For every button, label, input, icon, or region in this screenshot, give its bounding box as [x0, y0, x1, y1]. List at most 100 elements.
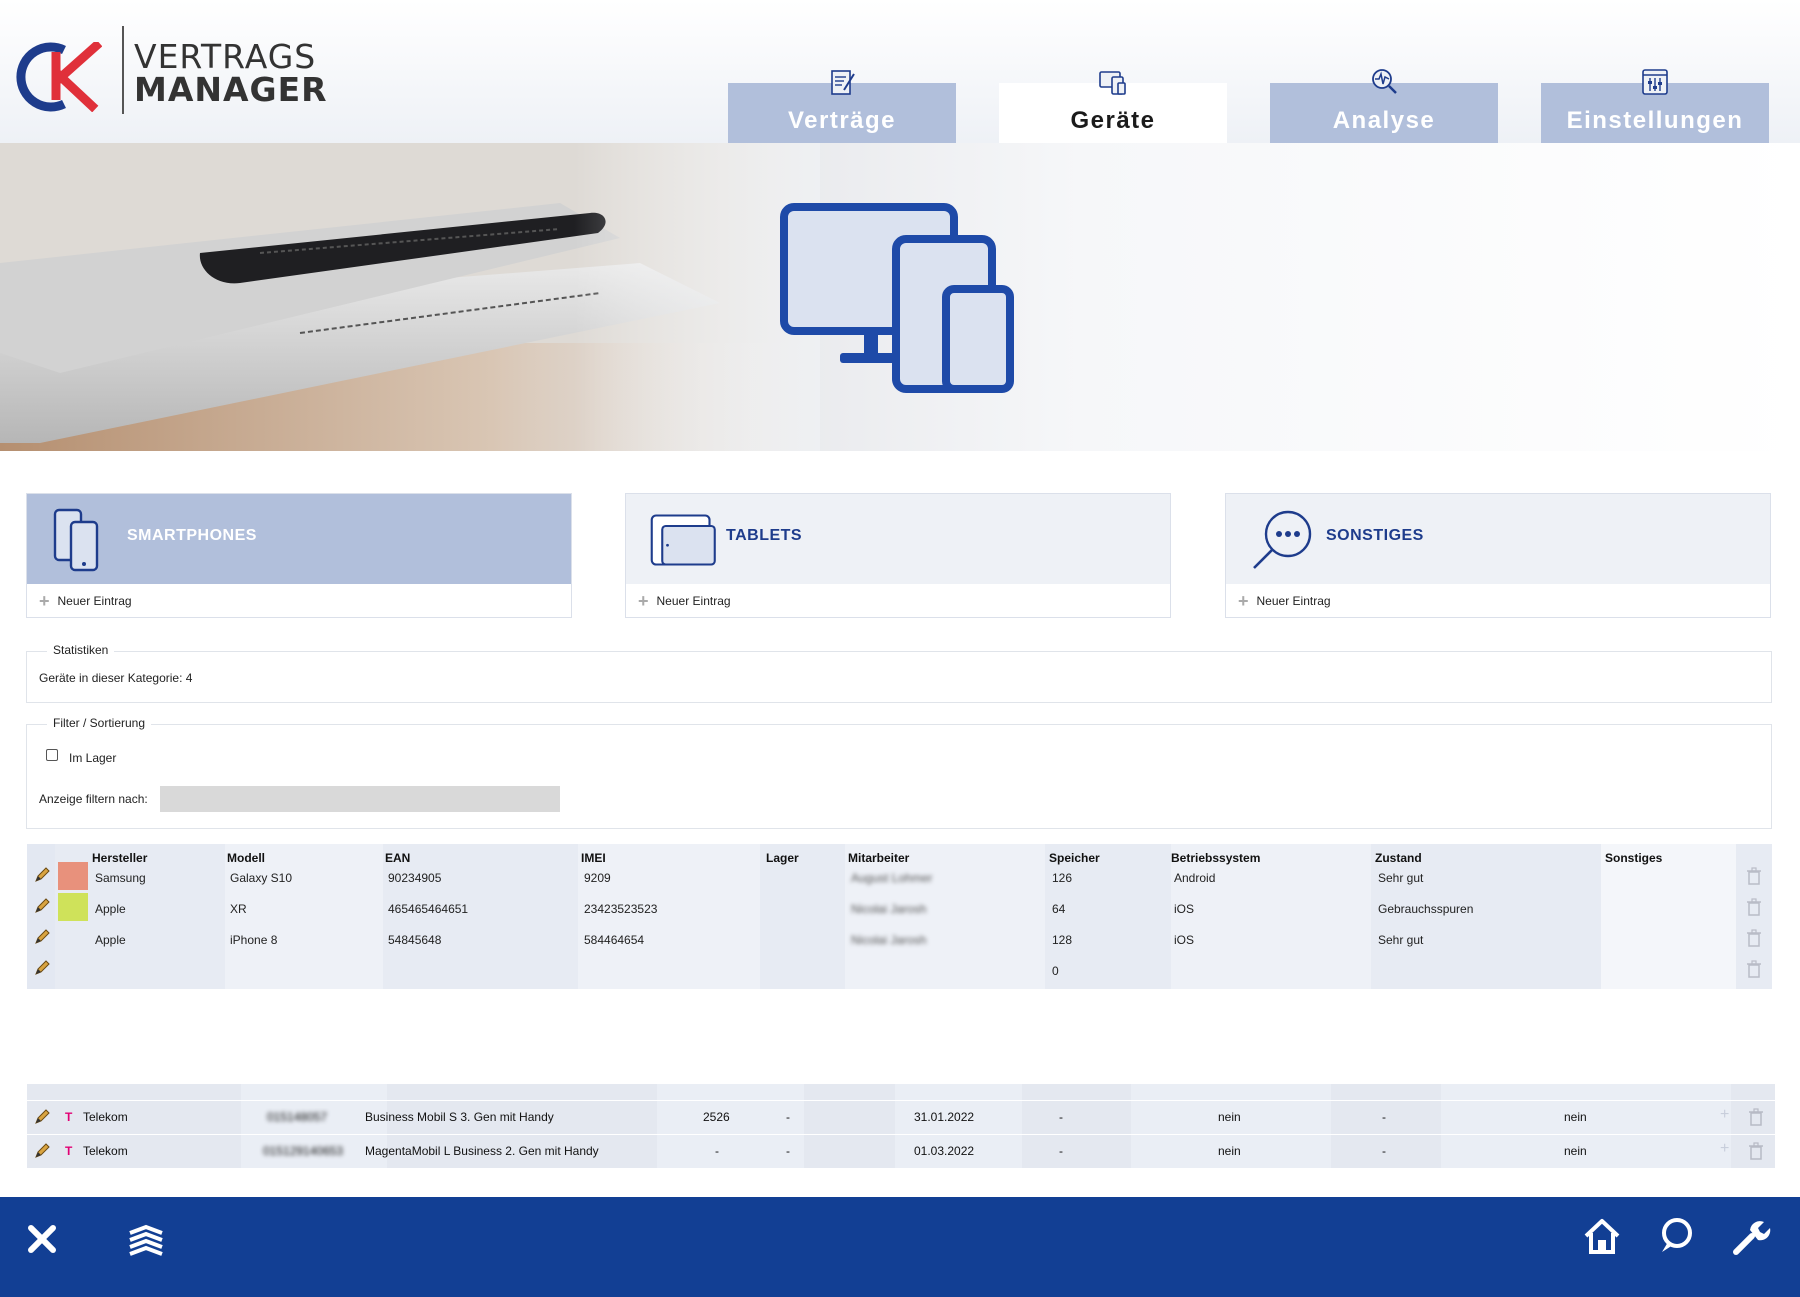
statistics-legend: Statistiken [47, 643, 115, 657]
devices-icon [1099, 71, 1126, 95]
header-imei[interactable]: IMEI [581, 851, 606, 865]
plus-icon[interactable]: + [1720, 1106, 1729, 1124]
column-band [578, 844, 760, 989]
header-sonstiges[interactable]: Sonstiges [1605, 851, 1662, 865]
new-entry-tablets[interactable]: + Neuer Eintrag [638, 591, 731, 611]
new-entry-label: Neuer Eintrag [1256, 594, 1331, 608]
logo-divider [122, 26, 124, 114]
tab-analyse[interactable]: Analyse [1270, 69, 1498, 143]
cell-number: 015129140653 [263, 1144, 344, 1158]
edit-pencil-icon[interactable] [33, 928, 51, 946]
cell-ean: 465465464651 [388, 902, 469, 916]
tablet-icon [650, 514, 716, 566]
cell-tariff: Business Mobil S 3. Gen mit Handy [365, 1110, 554, 1124]
header-speicher[interactable]: Speicher [1049, 851, 1100, 865]
cell-os: Android [1174, 871, 1216, 885]
cell-imei: 9209 [584, 871, 611, 885]
table-row[interactable]: T Telekom 015129140653 MagentaMobil L Bu… [27, 1134, 1775, 1166]
header-zustand[interactable]: Zustand [1375, 851, 1422, 865]
cell-ean: 54845648 [388, 933, 442, 947]
plus-icon: + [638, 591, 649, 611]
tab-vertraege[interactable]: Verträge [728, 70, 956, 143]
delete-trash-icon[interactable] [1748, 1142, 1764, 1160]
cell-zustand: Sehr gut [1378, 933, 1424, 947]
column-band [225, 844, 383, 989]
telekom-logo-icon: T [65, 1144, 73, 1158]
delete-trash-icon[interactable] [1746, 898, 1762, 916]
new-entry-sonstiges[interactable]: + Neuer Eintrag [1238, 591, 1331, 611]
category-title-smartphones: SMARTPHONES [127, 527, 257, 544]
cell-provider: Telekom [83, 1110, 128, 1124]
delete-trash-icon[interactable] [1748, 1108, 1764, 1126]
new-entry-smartphones[interactable]: + Neuer Eintrag [39, 592, 132, 610]
cell-col10: nein [1564, 1144, 1587, 1158]
cell-hersteller: Apple [95, 902, 126, 916]
new-entry-label: Neuer Eintrag [656, 594, 731, 608]
cell-modell: XR [230, 902, 247, 916]
cell-modell: iPhone 8 [230, 933, 278, 947]
cell-col9: - [1382, 1144, 1386, 1158]
edit-pencil-icon[interactable] [33, 1108, 51, 1126]
cell-speicher: 128 [1052, 933, 1073, 947]
cell-speicher: 126 [1052, 871, 1073, 885]
hero-banner [0, 143, 1800, 451]
cell-date: 01.03.2022 [914, 1144, 975, 1158]
home-icon[interactable] [1580, 1214, 1624, 1258]
cell-amount: 2526 [703, 1110, 730, 1124]
column-band [1601, 844, 1736, 989]
device-table: Hersteller Modell EAN IMEI Lager Mitarbe… [27, 844, 1772, 989]
header-ean[interactable]: EAN [385, 851, 410, 865]
cell-ean: 90234905 [388, 871, 442, 885]
cell-number: 015148057 [267, 1110, 328, 1124]
filter-input[interactable] [160, 786, 560, 812]
telekom-logo-icon: T [65, 1110, 73, 1124]
category-header-smartphones[interactable]: SMARTPHONES [27, 494, 571, 584]
contract-table: T Telekom 015148057 Business Mobil S 3. … [27, 1084, 1775, 1168]
tab-analyse-label: Analyse [1332, 107, 1436, 134]
filter-panel: Filter / Sortierung Im Lager Anzeige fil… [26, 716, 1772, 829]
in-stock-checkbox[interactable] [46, 749, 58, 761]
cell-speicher: 64 [1052, 902, 1066, 916]
category-header-tablets[interactable]: TABLETS [626, 494, 1170, 584]
delete-trash-icon[interactable] [1746, 929, 1762, 947]
plus-icon[interactable]: + [1720, 1140, 1729, 1158]
header-lager[interactable]: Lager [766, 851, 799, 865]
delete-trash-icon[interactable] [1746, 867, 1762, 885]
edit-pencil-icon[interactable] [33, 1142, 51, 1160]
chat-icon[interactable] [1654, 1214, 1698, 1258]
cell-zustand: Gebrauchsspuren [1378, 902, 1474, 916]
tab-einstellungen[interactable]: Einstellungen [1541, 69, 1769, 143]
new-entry-label: Neuer Eintrag [57, 594, 132, 608]
edit-pencil-icon[interactable] [33, 959, 51, 977]
in-stock-label: Im Lager [69, 751, 117, 765]
cell-tariff: MagentaMobil L Business 2. Gen mit Handy [365, 1144, 599, 1158]
cell-date: 31.01.2022 [914, 1110, 975, 1124]
header-betriebssystem[interactable]: Betriebssystem [1171, 851, 1260, 865]
category-card-sonstiges: SONSTIGES + Neuer Eintrag [1225, 493, 1771, 618]
layers-icon[interactable] [124, 1219, 168, 1263]
header-hersteller[interactable]: Hersteller [92, 851, 147, 865]
cell-mitarbeiter: August Lohmer [851, 871, 933, 885]
category-card-tablets: TABLETS + Neuer Eintrag [625, 493, 1171, 618]
wrench-icon[interactable] [1728, 1214, 1772, 1258]
category-header-sonstiges[interactable]: SONSTIGES [1226, 494, 1770, 584]
color-swatch [58, 893, 88, 921]
table-row[interactable]: T Telekom 015148057 Business Mobil S 3. … [27, 1100, 1775, 1132]
plus-icon: + [1238, 591, 1249, 611]
close-icon[interactable] [20, 1217, 64, 1261]
edit-pencil-icon[interactable] [33, 897, 51, 915]
cell-hersteller: Samsung [95, 871, 146, 885]
cell-mitarbeiter: Nicolai Jarosh [851, 902, 927, 916]
edit-pencil-icon[interactable] [33, 866, 51, 884]
header-mitarbeiter[interactable]: Mitarbeiter [848, 851, 909, 865]
hero-devices-icon [780, 203, 1014, 393]
header-modell[interactable]: Modell [227, 851, 265, 865]
delete-trash-icon[interactable] [1746, 960, 1762, 978]
bottom-toolbar [0, 1197, 1800, 1297]
category-card-smartphones: SMARTPHONES + Neuer Eintrag [26, 493, 572, 618]
cell-col8: nein [1218, 1110, 1241, 1124]
app-logo[interactable]: VERTRAGS MANAGER [16, 26, 327, 116]
tab-geraete[interactable]: Geräte [999, 71, 1227, 143]
cell-col8: nein [1218, 1144, 1241, 1158]
main-content: SMARTPHONES + Neuer Eintrag TABLETS + Neue… [0, 451, 1800, 1085]
